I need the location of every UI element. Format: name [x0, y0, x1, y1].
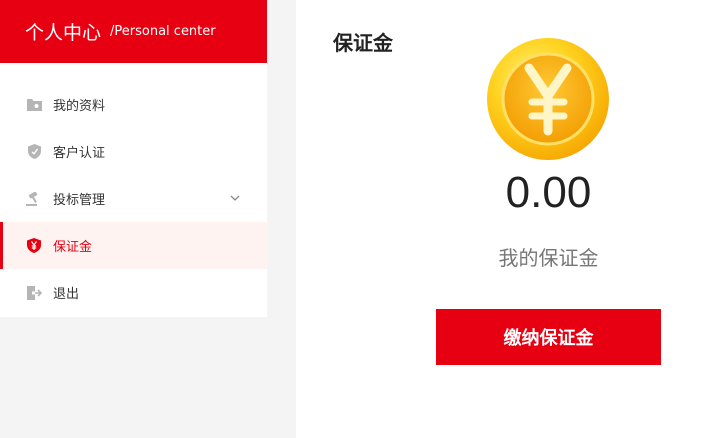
sidebar-item-label: 客户认证: [53, 146, 106, 161]
deposit-amount-label: 我的保证金: [498, 246, 599, 270]
sidebar-title: 个人中心: [25, 22, 102, 44]
deposit-amount: 0.00: [505, 168, 592, 217]
sidebar-item-verification[interactable]: 客户认证: [0, 128, 267, 175]
gavel-icon: [26, 191, 42, 207]
sidebar: 个人中心 /Personal center 我的资料 客户认证 投标管理 保证金…: [0, 0, 267, 317]
sidebar-item-bidding[interactable]: 投标管理: [0, 175, 267, 222]
sidebar-item-deposit[interactable]: 保证金: [0, 222, 267, 269]
sidebar-item-label: 保证金: [53, 240, 93, 255]
pay-deposit-button[interactable]: 缴纳保证金: [436, 309, 661, 365]
shield-icon: [26, 144, 42, 160]
logout-icon: [26, 285, 42, 301]
sidebar-item-label: 投标管理: [53, 193, 106, 208]
sidebar-item-label: 退出: [53, 287, 80, 302]
main-panel: 保证金 0.00 我的保证金 缴纳保证金: [296, 0, 725, 438]
folder-icon: [26, 97, 42, 113]
chevron-down-icon[interactable]: [229, 192, 241, 204]
sidebar-header: 个人中心 /Personal center: [0, 0, 267, 63]
page-title: 保证金: [333, 31, 393, 55]
yen-shield-icon: [26, 238, 42, 254]
sidebar-item-logout[interactable]: 退出: [0, 269, 267, 316]
sidebar-subtitle: /Personal center: [110, 24, 216, 39]
sidebar-item-label: 我的资料: [53, 99, 106, 114]
yen-coin-icon: [485, 36, 611, 162]
sidebar-item-profile[interactable]: 我的资料: [0, 81, 267, 128]
sidebar-menu: 我的资料 客户认证 投标管理 保证金 退出: [0, 63, 267, 317]
